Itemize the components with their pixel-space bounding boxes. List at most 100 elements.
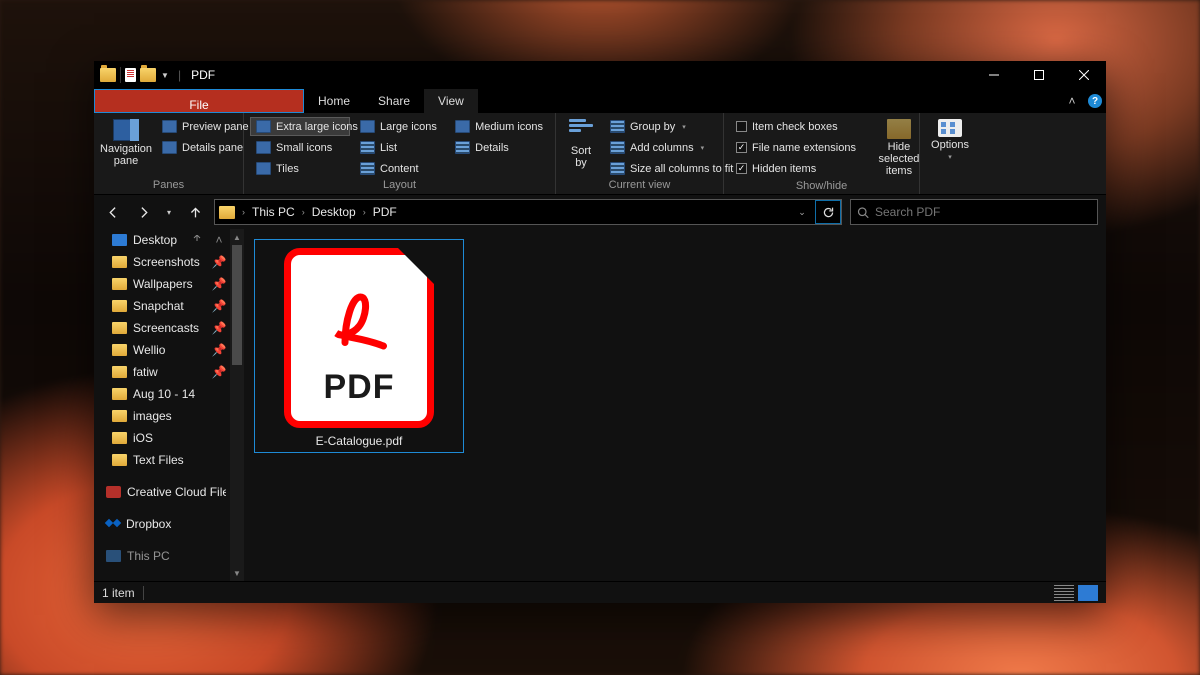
sidebar-item-screencasts[interactable]: Screencasts 📌 <box>94 317 230 339</box>
size-columns-button[interactable]: Size all columns to fit <box>604 159 739 178</box>
file-extensions-toggle[interactable]: File name extensions <box>730 138 862 157</box>
sidebar-item-ios[interactable]: iOS <box>94 427 230 449</box>
titlebar[interactable]: ▼ | PDF <box>94 61 1106 89</box>
item-checkboxes-toggle[interactable]: Item check boxes <box>730 117 862 136</box>
navigation-pane-button[interactable]: Navigation pane <box>100 117 152 169</box>
recent-dropdown[interactable]: ▾ <box>162 201 176 223</box>
folder-icon <box>112 432 127 444</box>
folder-icon <box>112 278 127 290</box>
address-dropdown-icon[interactable]: ⌄ <box>791 207 813 218</box>
sidebar-item-textfiles[interactable]: Text Files <box>94 449 230 471</box>
folder-icon <box>112 256 127 268</box>
tab-view[interactable]: View <box>424 89 478 113</box>
sidebar-item-dropbox[interactable]: Dropbox <box>94 513 230 535</box>
sidebar-item-aug[interactable]: Aug 10 - 14 <box>94 383 230 405</box>
qat-properties-icon[interactable] <box>125 68 136 82</box>
sidebar-item-wellio[interactable]: Wellio📌 <box>94 339 230 361</box>
sidebar-item-label: Aug 10 - 14 <box>133 387 195 401</box>
group-by-button[interactable]: Group by▾ <box>604 117 739 136</box>
sidebar-item-wallpapers[interactable]: Wallpapers📌 <box>94 273 230 295</box>
file-extensions-label: File name extensions <box>752 142 856 154</box>
tab-home[interactable]: Home <box>304 89 364 113</box>
qat-newfolder-icon[interactable] <box>140 68 156 82</box>
details-pane-button[interactable]: Details pane <box>156 138 255 157</box>
chevron-right-icon[interactable]: › <box>239 207 248 217</box>
layout-content[interactable]: Content <box>354 159 445 178</box>
sidebar-item-fatiw[interactable]: fatiw📌 <box>94 361 230 383</box>
layout-tiles[interactable]: Tiles <box>250 159 350 178</box>
help-button[interactable]: ? <box>1084 89 1106 113</box>
hidden-items-toggle[interactable]: Hidden items <box>730 159 862 178</box>
ribbon: Navigation pane Preview pane Details pan… <box>94 113 1106 195</box>
layout-large[interactable]: Large icons <box>354 117 445 136</box>
options-button[interactable]: Options ▾ <box>924 117 976 163</box>
item-checkboxes-label: Item check boxes <box>752 121 838 133</box>
sidebar-item-label: Screencasts <box>133 321 199 335</box>
preview-pane-button[interactable]: Preview pane <box>156 117 255 136</box>
back-button[interactable] <box>102 201 124 223</box>
search-input[interactable] <box>875 205 1091 219</box>
pdf-label: PDF <box>324 368 395 407</box>
details-icon <box>455 141 470 154</box>
address-bar[interactable]: › This PC › Desktop › PDF ⌄ <box>214 199 842 225</box>
refresh-button[interactable] <box>815 200 841 224</box>
sidebar-scrollbar[interactable]: ▲ ▼ <box>230 229 244 581</box>
sidebar[interactable]: Desktop˄ Screenshots📌 Wallpapers📌 Snapch… <box>94 229 230 581</box>
search-box[interactable] <box>850 199 1098 225</box>
medium-icons-icon <box>455 120 470 133</box>
chevron-right-icon[interactable]: › <box>299 207 308 217</box>
group-by-label: Group by <box>630 121 675 133</box>
pin-icon: 📌 <box>212 321 226 335</box>
scroll-down-icon[interactable]: ▼ <box>230 565 244 581</box>
chevron-right-icon[interactable]: › <box>360 207 369 217</box>
sidebar-item-this-pc[interactable]: This PC <box>94 545 230 567</box>
layout-details[interactable]: Details <box>449 138 549 157</box>
layout-content-label: Content <box>380 163 419 175</box>
view-large-toggle[interactable] <box>1078 585 1098 601</box>
sort-by-button[interactable]: Sort by <box>562 117 600 171</box>
qat-customize-icon[interactable]: ▼ <box>160 68 170 82</box>
breadcrumb-this-pc[interactable]: This PC <box>250 205 297 219</box>
sidebar-item-images[interactable]: images <box>94 405 230 427</box>
sidebar-item-label: Snapchat <box>133 299 184 313</box>
layout-small-label: Small icons <box>276 142 332 154</box>
forward-button[interactable] <box>132 201 154 223</box>
add-columns-button[interactable]: Add columns▾ <box>604 138 739 157</box>
sidebar-item-label: This PC <box>127 549 170 563</box>
layout-extra-large[interactable]: Extra large icons <box>250 117 350 136</box>
group-current-view: Sort by Group by▾ Add columns▾ Size all … <box>556 113 724 194</box>
layout-small[interactable]: Small icons <box>250 138 350 157</box>
layout-large-label: Large icons <box>380 121 437 133</box>
sidebar-item-creative-cloud[interactable]: Creative Cloud Files <box>94 481 230 503</box>
breadcrumb-pdf[interactable]: PDF <box>371 205 399 219</box>
up-button[interactable] <box>184 201 206 223</box>
sort-icon <box>569 119 593 143</box>
minimize-button[interactable] <box>971 61 1016 89</box>
sidebar-item-screenshots[interactable]: Screenshots📌 <box>94 251 230 273</box>
layout-medium[interactable]: Medium icons <box>449 117 549 136</box>
scroll-up-icon[interactable]: ▲ <box>230 229 244 245</box>
maximize-button[interactable] <box>1016 61 1061 89</box>
folder-icon <box>112 344 127 356</box>
status-item-count: 1 item <box>102 586 135 600</box>
large-icons-icon <box>360 120 375 133</box>
content-area[interactable]: PDF E-Catalogue.pdf <box>244 229 1106 581</box>
scroll-thumb[interactable] <box>232 245 242 365</box>
layout-list[interactable]: List <box>354 138 445 157</box>
desktop-icon <box>112 234 127 246</box>
sidebar-item-label: Wellio <box>133 343 165 357</box>
qat-folder-icon[interactable] <box>100 68 116 82</box>
sidebar-item-desktop[interactable]: Desktop˄ <box>94 229 230 251</box>
collapse-ribbon-icon[interactable]: ˄ <box>1060 89 1084 113</box>
sidebar-item-label: images <box>133 409 172 423</box>
sidebar-item-snapchat[interactable]: Snapchat📌 <box>94 295 230 317</box>
tab-file[interactable]: File <box>94 89 304 113</box>
layout-extra-large-label: Extra large icons <box>276 121 358 133</box>
close-button[interactable] <box>1061 61 1106 89</box>
view-details-toggle[interactable] <box>1054 585 1074 601</box>
group-layout-label: Layout <box>244 178 555 194</box>
breadcrumb-desktop[interactable]: Desktop <box>310 205 358 219</box>
tab-share[interactable]: Share <box>364 89 424 113</box>
options-label: Options <box>931 139 969 151</box>
file-item[interactable]: PDF E-Catalogue.pdf <box>254 239 464 453</box>
